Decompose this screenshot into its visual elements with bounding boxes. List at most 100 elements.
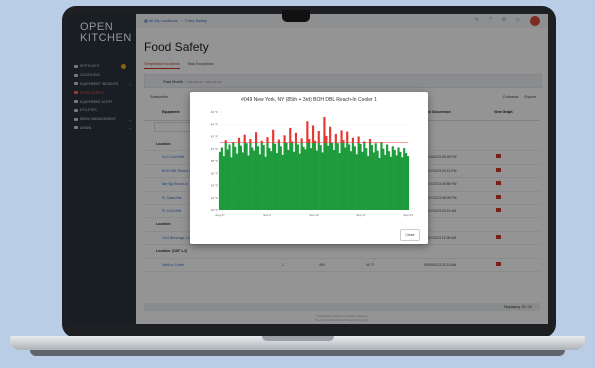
- area-above-threshold: [311, 125, 315, 143]
- area-below-threshold: [236, 153, 239, 210]
- area-below-threshold: [272, 142, 275, 210]
- area-below-threshold: [344, 147, 347, 210]
- area-below-threshold: [253, 150, 256, 210]
- area-below-threshold: [294, 142, 298, 210]
- area-below-threshold: [346, 142, 349, 210]
- y-tick-label: 44 °F: [211, 122, 218, 126]
- area-below-threshold: [243, 142, 246, 210]
- graph-modal: #049 New York, NY (85th + 3rd) BOH DBL R…: [190, 92, 428, 244]
- area-below-threshold: [340, 142, 343, 210]
- area-below-threshold: [361, 151, 364, 210]
- area-below-threshold: [310, 148, 313, 210]
- camera-notch: [282, 10, 310, 22]
- area-below-threshold: [317, 142, 320, 210]
- area-above-threshold: [357, 136, 360, 143]
- area-below-threshold: [283, 142, 286, 210]
- area-below-threshold: [387, 151, 391, 210]
- area-above-threshold: [317, 130, 320, 143]
- area-below-threshold: [262, 145, 265, 210]
- area-below-threshold: [349, 151, 353, 210]
- area-below-threshold: [285, 142, 288, 210]
- area-above-threshold: [351, 137, 355, 143]
- area-below-threshold: [226, 149, 229, 210]
- area-below-threshold: [232, 142, 235, 210]
- area-below-threshold: [275, 153, 279, 210]
- area-below-threshold: [384, 154, 387, 210]
- area-below-threshold: [254, 142, 258, 210]
- area-above-threshold: [368, 138, 372, 143]
- area-below-threshold: [367, 156, 370, 210]
- area-above-threshold: [300, 138, 303, 143]
- area-below-threshold: [279, 146, 282, 210]
- area-below-threshold: [363, 142, 366, 210]
- area-below-threshold: [239, 145, 242, 210]
- close-button[interactable]: Close: [400, 229, 420, 241]
- area-below-threshold: [256, 146, 260, 210]
- area-below-threshold: [376, 150, 379, 210]
- area-below-threshold: [406, 156, 410, 210]
- area-below-threshold: [330, 142, 334, 210]
- y-tick-label: 30 °F: [211, 208, 218, 212]
- x-tick-label: Aug 27: [215, 213, 225, 217]
- area-below-threshold: [357, 142, 360, 210]
- area-below-threshold: [251, 147, 254, 210]
- area-below-threshold: [342, 142, 345, 210]
- area-below-threshold: [296, 144, 299, 210]
- area-below-threshold: [302, 146, 305, 210]
- area-below-threshold: [287, 149, 290, 210]
- y-tick-label: 36 °F: [211, 171, 218, 175]
- area-below-threshold: [313, 142, 317, 210]
- area-above-threshold: [224, 140, 227, 143]
- area-below-threshold: [308, 142, 311, 210]
- area-below-threshold: [382, 148, 385, 210]
- x-tick-label: Sep 17: [356, 213, 366, 217]
- area-below-threshold: [291, 142, 294, 210]
- x-tick-label: Sep 3: [263, 213, 271, 217]
- area-below-threshold: [325, 142, 328, 210]
- area-below-threshold: [393, 149, 396, 210]
- area-below-threshold: [277, 142, 280, 210]
- area-above-threshold: [342, 140, 345, 143]
- area-below-threshold: [395, 155, 398, 210]
- area-below-threshold: [359, 143, 362, 210]
- area-below-threshold: [355, 154, 358, 210]
- area-above-threshold: [346, 131, 349, 143]
- area-below-threshold: [258, 154, 261, 210]
- area-below-threshold: [234, 146, 237, 210]
- area-below-threshold: [370, 145, 374, 210]
- area-above-threshold: [266, 137, 269, 143]
- area-above-threshold: [254, 132, 258, 143]
- y-tick-label: 40 °F: [211, 147, 218, 151]
- area-above-threshold: [306, 121, 309, 143]
- area-below-threshold: [222, 156, 225, 210]
- y-tick-label: 42 °F: [211, 135, 218, 139]
- app-screen: OPEN KITCHEN SPOTLIGHT LOCATIONS EQUIPME…: [70, 14, 548, 324]
- area-below-threshold: [399, 151, 402, 210]
- y-tick-label: 32 °F: [211, 196, 218, 200]
- laptop-base-groove: [262, 336, 334, 341]
- y-tick-label: 34 °F: [211, 184, 218, 188]
- area-below-threshold: [353, 146, 356, 210]
- laptop-base-shadow: [30, 350, 565, 356]
- area-below-threshold: [266, 142, 269, 210]
- area-below-threshold: [260, 142, 263, 210]
- area-below-threshold: [401, 157, 404, 210]
- area-above-threshold: [329, 126, 332, 143]
- area-below-threshold: [329, 142, 332, 210]
- area-above-threshold: [277, 139, 280, 143]
- area-below-threshold: [374, 143, 377, 210]
- area-above-threshold: [289, 127, 292, 143]
- area-above-threshold: [243, 134, 246, 143]
- area-below-threshold: [311, 142, 315, 210]
- area-below-threshold: [218, 151, 222, 210]
- y-tick-label: 38 °F: [211, 159, 218, 163]
- area-below-threshold: [249, 142, 252, 210]
- area-below-threshold: [338, 153, 341, 210]
- area-below-threshold: [264, 156, 267, 210]
- area-below-threshold: [247, 155, 250, 210]
- area-below-threshold: [304, 149, 307, 210]
- area-below-threshold: [372, 152, 375, 210]
- x-tick-label: Sep 10: [309, 213, 319, 217]
- x-tick-label: Sep 24: [403, 213, 413, 217]
- area-above-threshold: [294, 132, 298, 143]
